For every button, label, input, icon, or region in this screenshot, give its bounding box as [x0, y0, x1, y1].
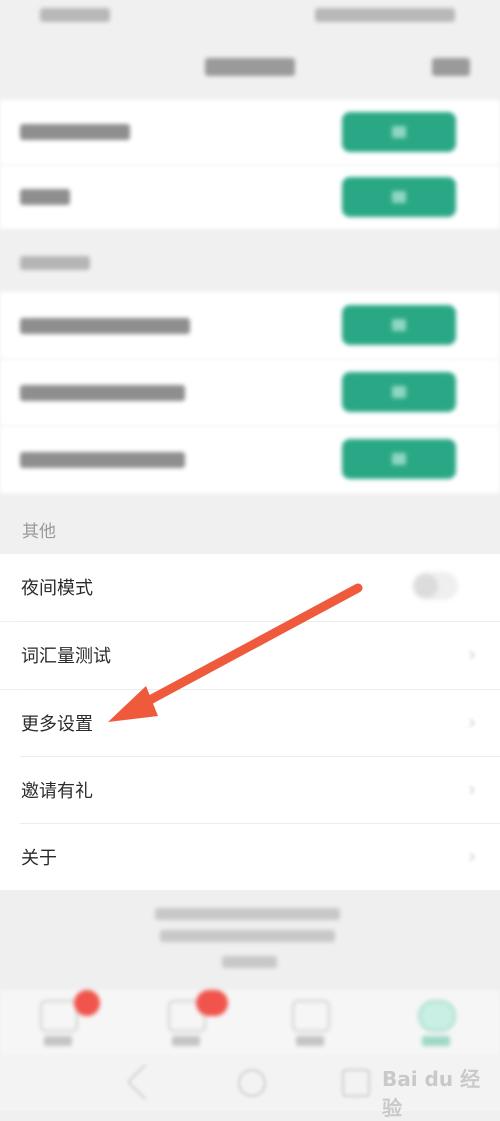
section-title-other: 其他: [22, 522, 56, 542]
setting-value-button[interactable]: [342, 112, 456, 152]
setting-row-5[interactable]: [0, 426, 500, 493]
setting-row-3[interactable]: [0, 292, 500, 359]
more-settings-label: 更多设置: [21, 714, 93, 735]
signal-icon: [40, 8, 110, 22]
chevron-right-icon: ›: [468, 710, 476, 734]
battery-time-indicator: [315, 8, 455, 22]
vocabulary-test-label: 词汇量测试: [21, 646, 111, 667]
footer-text-line: [155, 908, 340, 920]
tab-label: [422, 1036, 450, 1046]
setting-row-1[interactable]: [0, 100, 500, 165]
footer-text-line: [160, 930, 335, 942]
footer-text-line: [222, 956, 277, 968]
home-icon[interactable]: [238, 1069, 266, 1097]
setting-row-label: [20, 318, 190, 334]
baidu-watermark: Bai du 经验: [382, 1067, 481, 1120]
tab-shop-icon[interactable]: [292, 1000, 330, 1032]
section-header-2: [0, 230, 500, 292]
status-bar: [0, 0, 500, 36]
setting-value-button[interactable]: [342, 439, 456, 479]
setting-value-button[interactable]: [342, 372, 456, 412]
footer-info: [0, 890, 500, 990]
notification-badge: [74, 990, 100, 1016]
tab-profile-icon[interactable]: [418, 1000, 456, 1032]
setting-row-4[interactable]: [0, 359, 500, 426]
tab-label: [172, 1036, 200, 1046]
chevron-right-icon: ›: [468, 777, 476, 801]
nav-bar: [0, 36, 500, 100]
page-title: [205, 58, 295, 76]
tab-home-icon[interactable]: [40, 1000, 78, 1032]
setting-row-label: [20, 189, 70, 205]
night-mode-label: 夜间模式: [21, 578, 93, 599]
setting-row-label: [20, 124, 130, 140]
tab-label: [296, 1036, 324, 1046]
invite-label: 邀请有礼: [21, 781, 93, 802]
section-header-label: [20, 256, 90, 270]
setting-row-2[interactable]: [0, 165, 500, 230]
list-item-more-settings[interactable]: 更多设置 ›: [0, 690, 500, 757]
list-item-invite[interactable]: 邀请有礼 ›: [0, 757, 500, 824]
about-label: 关于: [21, 848, 57, 869]
nav-right-button[interactable]: [432, 58, 470, 76]
tab-label: [44, 1036, 72, 1046]
chevron-right-icon: ›: [468, 844, 476, 868]
notification-badge: [196, 990, 228, 1016]
setting-value-button[interactable]: [342, 305, 456, 345]
recents-icon[interactable]: [342, 1069, 370, 1097]
setting-value-button[interactable]: [342, 177, 456, 217]
list-item-night-mode[interactable]: 夜间模式: [0, 554, 500, 621]
setting-row-label: [20, 385, 185, 401]
back-icon[interactable]: [126, 1063, 164, 1101]
setting-row-label: [20, 452, 185, 468]
list-item-vocabulary-test[interactable]: 词汇量测试 ›: [0, 622, 500, 689]
list-item-about[interactable]: 关于 ›: [0, 824, 500, 891]
night-mode-toggle[interactable]: [412, 572, 458, 600]
chevron-right-icon: ›: [468, 642, 476, 666]
bottom-tab-bar: [0, 990, 500, 1055]
